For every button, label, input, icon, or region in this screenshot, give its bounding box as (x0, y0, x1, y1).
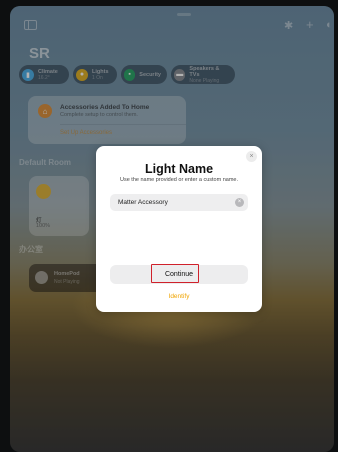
dialog-title: Light Name (144, 162, 214, 176)
ipad-device: ✱ + ◐ SR ▮ Climate 16.2° ● Lights 1 On ▪… (0, 0, 338, 452)
continue-highlight-box (151, 264, 199, 283)
light-name-dialog: × Light Name Use the name provided or en… (96, 146, 262, 312)
dialog-subtitle: Use the name provided or enter a custom … (119, 177, 238, 183)
clear-text-icon[interactable]: × (235, 198, 244, 207)
close-icon[interactable]: × (246, 151, 257, 162)
identify-button[interactable]: Identify (96, 293, 262, 300)
accessory-name-input[interactable] (110, 194, 248, 211)
